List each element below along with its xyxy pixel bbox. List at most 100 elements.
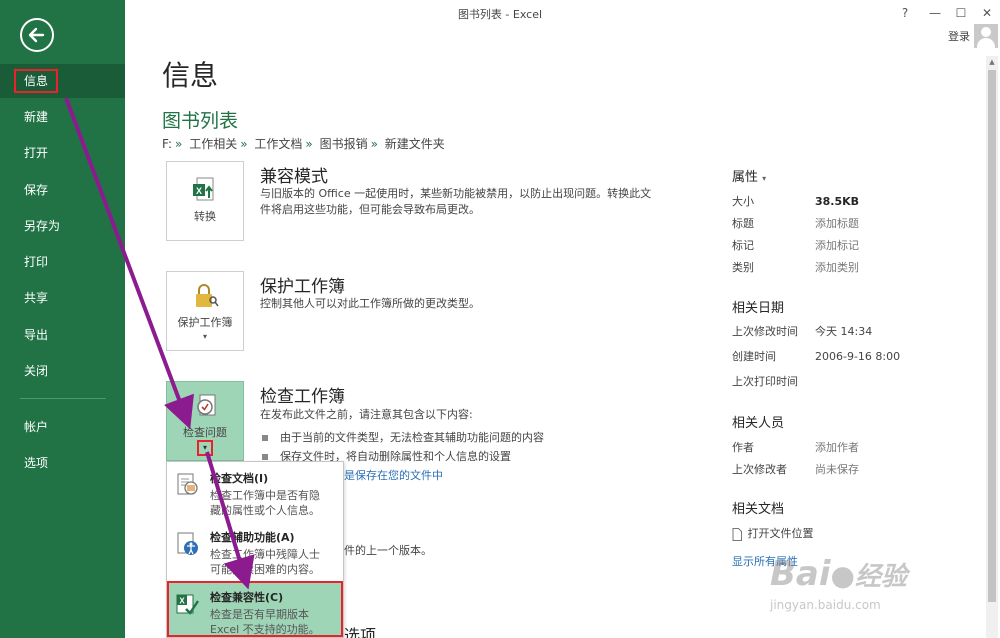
backstage-sidebar: 信息 新建 打开 保存 另存为 打印 共享 导出 关闭 帐户 选项	[0, 0, 125, 638]
nav-item-save-as[interactable]: 另存为	[0, 209, 125, 243]
nav-item-label: 信息	[14, 69, 59, 93]
excel-compatibility-icon: X	[175, 591, 201, 619]
nav-item-label: 帐户	[24, 420, 49, 434]
svg-text:X: X	[196, 186, 202, 196]
related-people-heading: 相关人员	[732, 416, 785, 431]
property-key: 创建时间	[732, 350, 776, 363]
protect-workbook-desc: 控制其他人可以对此工作簿所做的更改类型。	[260, 297, 480, 310]
convert-button[interactable]: X 转换	[166, 161, 244, 241]
property-value: 今天 14:34	[815, 325, 873, 338]
property-value[interactable]: 添加类别	[815, 261, 859, 274]
nav-item-close[interactable]: 关闭	[0, 354, 125, 388]
nav-item-new[interactable]: 新建	[0, 100, 125, 134]
saved-in-file-link[interactable]: 是保存在您的文件中	[344, 467, 443, 483]
breadcrumb-item[interactable]: F:	[162, 137, 172, 151]
nav-item-label: 关闭	[24, 364, 49, 378]
nav-item-print[interactable]: 打印	[0, 245, 125, 279]
property-key: 上次修改时间	[732, 325, 798, 338]
browser-options-title: 选项	[344, 626, 377, 638]
menu-item-desc: Excel 不支持的功能。	[210, 623, 320, 636]
title-bar: 图书列表 - Excel ? — ☐ ✕	[125, 0, 1000, 28]
window-title: 图书列表 - Excel	[457, 8, 543, 21]
login-link[interactable]: 登录	[948, 28, 970, 44]
protect-workbook-label: 保护工作簿	[177, 316, 233, 329]
menu-item-desc: 藏的属性或个人信息。	[210, 504, 320, 517]
chevron-down-icon[interactable]: ▾	[196, 440, 213, 456]
nav-item-open[interactable]: 打开	[0, 136, 125, 170]
property-value[interactable]: 添加标题	[815, 217, 859, 230]
breadcrumb-item[interactable]: 图书报销	[320, 137, 368, 151]
nav-item-save[interactable]: 保存	[0, 173, 125, 207]
property-key: 上次修改者	[732, 463, 787, 476]
chevron-down-icon: ▾	[202, 332, 207, 341]
check-for-issues-label: 检查问题	[183, 426, 227, 439]
watermark-brand: Bai	[770, 554, 831, 594]
help-button[interactable]: ?	[895, 4, 915, 22]
menu-item-desc: 可能阅读困难的内容。	[210, 563, 320, 576]
menu-item-check-accessibility[interactable]: 检查辅助功能(A) 检查工作簿中残障人士 可能阅读困难的内容。	[167, 521, 343, 581]
property-key: 标题	[732, 217, 754, 230]
menu-item-check-compatibility[interactable]: X 检查兼容性(C) 检查是否有早期版本 Excel 不支持的功能。	[167, 581, 343, 637]
property-key: 大小	[732, 195, 754, 208]
property-row: 作者 添加作者	[732, 439, 972, 455]
open-file-location-button[interactable]: 打开文件位置	[732, 525, 972, 541]
protect-workbook-title: 保护工作簿	[260, 277, 345, 297]
protect-workbook-button[interactable]: 保护工作簿 ▾	[166, 271, 244, 351]
compat-mode-desc: 与旧版本的 Office 一起使用时，某些新功能被禁用，以防止出现问题。转换此文…	[260, 187, 652, 216]
property-value[interactable]: 添加作者	[815, 441, 859, 454]
bullet-icon	[262, 435, 268, 441]
property-key: 类别	[732, 261, 754, 274]
breadcrumb-separator: »	[370, 137, 378, 151]
property-row: 标题 添加标题	[732, 215, 972, 231]
nav-item-label: 保存	[24, 183, 49, 197]
menu-item-desc: 检查工作簿中残障人士	[210, 548, 320, 561]
nav-item-share[interactable]: 共享	[0, 281, 125, 315]
property-value[interactable]: 添加标记	[815, 239, 859, 252]
minimize-button[interactable]: —	[925, 4, 945, 22]
nav-item-export[interactable]: 导出	[0, 318, 125, 352]
maximize-button[interactable]: ☐	[951, 4, 971, 22]
inspect-workbook-title: 检查工作簿	[260, 387, 345, 407]
menu-item-desc: 检查是否有早期版本	[210, 608, 309, 621]
check-for-issues-button[interactable]: 检查问题 ▾	[166, 381, 244, 461]
inspect-document-icon	[175, 472, 201, 500]
compat-mode-title: 兼容模式	[260, 167, 328, 187]
inspect-workbook-desc: 在发布此文件之前，请注意其包含以下内容:	[260, 408, 473, 421]
avatar-icon[interactable]	[974, 24, 998, 48]
property-key: 上次打印时间	[732, 375, 798, 388]
menu-item-title: 检查文档(I)	[210, 472, 269, 485]
chevron-down-icon: ▾	[762, 174, 767, 183]
property-row: 标记 添加标记	[732, 237, 972, 253]
scrollbar-thumb[interactable]	[988, 70, 996, 602]
back-button[interactable]	[20, 18, 54, 52]
excel-convert-icon: X	[191, 176, 219, 204]
close-button[interactable]: ✕	[977, 4, 997, 22]
related-dates-heading: 相关日期	[732, 301, 785, 316]
menu-item-inspect-document[interactable]: 检查文档(I) 检查工作簿中是否有隐 藏的属性或个人信息。	[167, 462, 343, 522]
page-title: 信息	[162, 59, 219, 92]
scroll-up-icon[interactable]: ▲	[986, 56, 998, 68]
menu-item-title: 检查辅助功能(A)	[210, 531, 295, 544]
versions-desc: 件的上一个版本。	[344, 544, 432, 557]
breadcrumb-item[interactable]: 新建文件夹	[385, 137, 445, 151]
nav-item-account[interactable]: 帐户	[0, 410, 125, 444]
properties-heading[interactable]: 属性 ▾	[732, 166, 766, 185]
vertical-scrollbar[interactable]: ▲	[986, 56, 998, 638]
file-icon	[732, 527, 742, 541]
nav-item-options[interactable]: 选项	[0, 446, 125, 480]
property-value: 2006-9-16 8:00	[815, 350, 901, 363]
property-value: 38.5KB	[815, 195, 860, 208]
breadcrumb-item[interactable]: 工作文档	[254, 137, 302, 151]
svg-text:X: X	[179, 597, 185, 606]
check-for-issues-menu: 检查文档(I) 检查工作簿中是否有隐 藏的属性或个人信息。 检查辅助功能(A) …	[166, 461, 344, 638]
breadcrumb-item[interactable]: 工作相关	[189, 137, 237, 151]
property-key: 作者	[732, 441, 754, 454]
nav-item-info[interactable]: 信息	[0, 64, 125, 98]
lock-key-icon	[191, 282, 219, 310]
menu-item-desc: 检查工作簿中是否有隐	[210, 489, 320, 502]
menu-item-title: 检查兼容性(C)	[210, 591, 284, 604]
convert-label: 转换	[194, 210, 216, 223]
breadcrumb-separator: »	[240, 137, 248, 151]
accessibility-icon	[175, 531, 201, 559]
bullet-icon	[262, 454, 268, 460]
